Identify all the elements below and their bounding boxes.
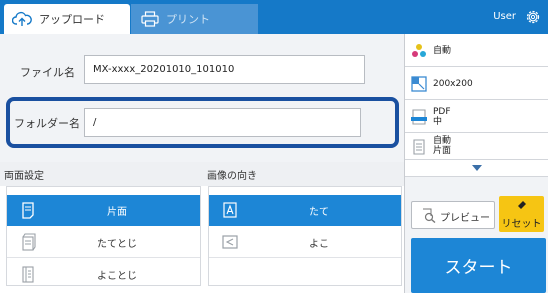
gear-icon[interactable] <box>524 8 542 26</box>
original-size-icon <box>413 139 425 155</box>
reset-label: リセット <box>501 219 542 230</box>
duplex-option-short-edge[interactable]: よことじ <box>7 259 200 290</box>
preview-icon <box>423 208 436 223</box>
orientation-options: たて よこ <box>208 186 402 286</box>
file-format-icon <box>411 109 427 125</box>
preview-button[interactable]: プレビュー <box>411 201 495 229</box>
folder-name-label: フォルダー名 <box>14 117 80 130</box>
orientation-option-portrait[interactable]: たて <box>209 195 401 226</box>
setting-original[interactable]: 自動 片面 <box>405 133 548 160</box>
orientation-title: 画像の向き <box>207 170 257 182</box>
orientation-option-label: たて <box>309 206 329 218</box>
orientation-option-label: よこ <box>309 238 329 250</box>
folder-name-value: / <box>93 117 97 128</box>
more-settings-button[interactable] <box>405 160 548 177</box>
duplex-option-label: よことじ <box>97 271 137 282</box>
setting-color-mode[interactable]: 自動 <box>405 34 548 67</box>
file-format-value: PDF <box>433 107 451 117</box>
color-mode-icon <box>412 44 426 57</box>
eraser-icon <box>518 201 526 209</box>
short-edge-binding-icon <box>22 266 34 283</box>
duplex-option-single[interactable]: 片面 <box>7 195 200 226</box>
tab-print[interactable]: プリント <box>131 4 258 34</box>
duplex-option-long-edge[interactable]: たてとじ <box>7 227 200 258</box>
resolution-value: 200x200 <box>433 79 473 89</box>
reset-button[interactable]: リセット <box>499 196 544 232</box>
duplex-section-title: 両面設定 <box>0 162 203 186</box>
file-name-label: ファイル名 <box>20 66 75 79</box>
duplex-title: 両面設定 <box>4 170 44 182</box>
top-bar: アップロード プリント User <box>0 0 548 34</box>
duplex-option-label: 片面 <box>107 206 127 218</box>
file-name-value: MX-xxxx_20201010_101010 <box>93 64 235 75</box>
printer-icon <box>141 11 159 27</box>
duplex-option-label: たてとじ <box>97 238 137 250</box>
tab-upload-label: アップロード <box>39 13 105 26</box>
preview-label: プレビュー <box>440 213 490 224</box>
file-name-input[interactable]: MX-xxxx_20201010_101010 <box>84 55 365 84</box>
resolution-icon <box>411 76 427 92</box>
chevron-down-icon <box>472 165 482 171</box>
portrait-icon <box>223 202 237 218</box>
long-edge-binding-icon <box>22 233 36 251</box>
orientation-option-landscape[interactable]: よこ <box>209 227 401 258</box>
original-size-value: 自動 <box>433 136 452 146</box>
user-label[interactable]: User <box>493 11 516 22</box>
color-mode-value: 自動 <box>433 46 452 56</box>
original-sides-value: 片面 <box>433 146 452 156</box>
start-label: スタート <box>444 258 513 278</box>
setting-resolution[interactable]: 200x200 <box>405 67 548 100</box>
tab-upload[interactable]: アップロード <box>4 4 130 34</box>
orientation-section-title: 画像の向き <box>203 162 404 186</box>
settings-panel: 自動 200x200 PDF 中 自動 片面 プレビュー リセット スタート <box>404 34 548 293</box>
compression-value: 中 <box>433 117 443 127</box>
duplex-options: 片面 たてとじ よことじ <box>6 186 201 286</box>
tab-print-label: プリント <box>166 13 210 26</box>
single-sided-icon <box>22 202 34 219</box>
setting-file-format[interactable]: PDF 中 <box>405 100 548 133</box>
folder-name-input[interactable]: / <box>84 108 361 137</box>
start-button[interactable]: スタート <box>411 238 546 293</box>
landscape-icon <box>222 235 238 249</box>
cloud-upload-icon <box>12 11 32 26</box>
